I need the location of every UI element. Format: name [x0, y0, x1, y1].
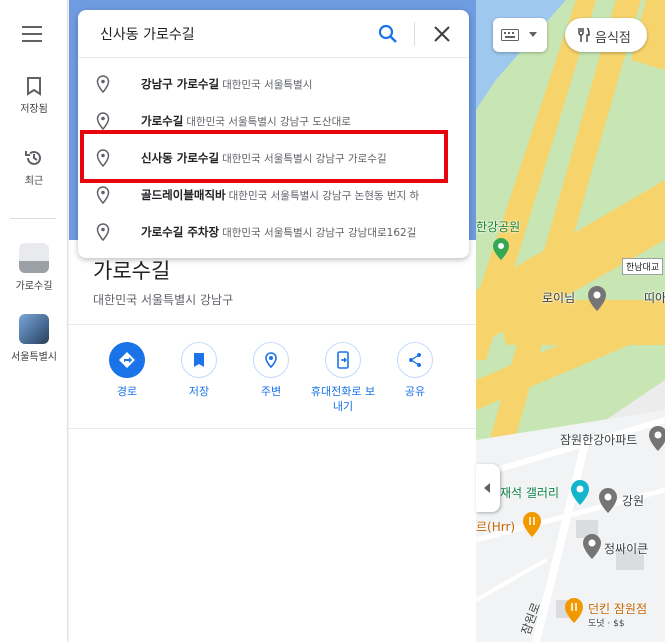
suggestion-main-text: 가로수길 주차장 [141, 225, 220, 239]
nearby-button[interactable]: 주변 [235, 342, 307, 399]
suggestion-item[interactable]: 골드레이블매직바 대한민국 서울특별시 강남구 논현동 번지 하 [78, 176, 469, 214]
action-label: 저장 [188, 385, 210, 398]
rail-divider [10, 218, 56, 219]
place-pin-icon [588, 286, 606, 311]
restaurant-pin-icon [565, 598, 583, 623]
map-label-hrr: 르(Hrr) [476, 520, 516, 534]
action-label: 휴대전화로 보내기 [310, 385, 376, 413]
close-icon [434, 26, 450, 42]
location-pin-icon [96, 149, 110, 167]
map-label-apartment: 잠원한강아파트 [560, 433, 638, 447]
rail-item-label: 가로수길 [15, 281, 53, 292]
suggestion-item[interactable]: 신사동 가로수길 대한민국 서울특별시 강남구 가로수길 [78, 139, 469, 177]
gallery-pin-icon [571, 480, 589, 505]
map-label-ddi: 띠아 [644, 291, 665, 305]
rail-item-label: 서울특별시 [11, 352, 57, 363]
rail-item-label: 최근 [24, 176, 44, 187]
action-label: 주변 [260, 385, 282, 398]
place-pin-icon [649, 426, 665, 451]
send-to-phone-icon [337, 351, 349, 369]
place-title: 가로수길 [93, 259, 171, 283]
location-pin-icon [96, 112, 110, 130]
location-pin-icon [96, 186, 110, 204]
history-icon [25, 150, 41, 165]
save-button[interactable]: 저장 [163, 342, 235, 399]
rail-item-label: 저장됨 [20, 104, 48, 115]
bookmark-icon [27, 77, 41, 96]
search-button[interactable] [376, 22, 400, 46]
send-to-phone-button[interactable]: 휴대전화로 보내기 [307, 342, 379, 414]
map-label-restaurant-sub: 도넛 · $$ [588, 619, 625, 629]
place-thumbnail [19, 243, 49, 273]
share-icon [409, 353, 421, 367]
suggestion-main-text: 신사동 가로수길 [141, 151, 220, 165]
map-label-restaurant: 던킨 잠원점 [588, 602, 648, 616]
action-label: 경로 [116, 385, 138, 398]
left-rail: 저장됨 최근 가로수길 서울특별시 [0, 0, 68, 642]
map-label-gallery: 재석 갤러리 [500, 486, 560, 500]
suggestion-secondary-text: 대한민국 서울특별시 강남구 강남대로162길 [222, 227, 417, 239]
location-pin-icon [96, 75, 110, 93]
chevron-left-icon [484, 483, 490, 493]
suggestion-secondary-text: 대한민국 서울특별시 강남구 도산대로 [186, 116, 351, 128]
map-label-park: 한강공원 [476, 220, 521, 234]
divider [69, 428, 476, 429]
directions-icon [119, 352, 135, 368]
collapse-panel-button[interactable] [476, 464, 500, 512]
suggestion-secondary-text: 대한민국 서울특별시 강남구 가로수길 [222, 153, 387, 165]
restaurants-chip[interactable]: 음식점 [565, 18, 647, 52]
bookmark-icon [194, 353, 204, 367]
suggestion-item[interactable]: 강남구 가로수길 대한민국 서울특별시 [78, 65, 469, 103]
menu-icon[interactable] [22, 26, 42, 42]
location-pin-icon [96, 223, 110, 241]
action-label: 공유 [404, 385, 426, 398]
suggestion-secondary-text: 대한민국 서울특별시 [222, 79, 313, 91]
search-input[interactable] [100, 22, 370, 46]
keyboard-icon [501, 29, 519, 41]
park-pin-icon [493, 238, 509, 260]
suggestion-main-text: 골드레이블매직바 [141, 188, 226, 202]
divider [414, 22, 415, 46]
suggestion-main-text: 가로수길 [141, 114, 184, 128]
map-label-jungsai: 정싸이큰 [604, 542, 649, 556]
map-label-bridge: 한남대교 [622, 258, 664, 275]
restaurant-icon [578, 28, 590, 42]
suggestion-item[interactable]: 가로수길 주차장 대한민국 서울특별시 강남구 강남대로162길 [78, 213, 469, 251]
city-thumbnail [19, 314, 49, 344]
clear-search-button[interactable] [430, 22, 454, 46]
map-label-gangwon: 강원 [622, 494, 645, 508]
search-icon [378, 24, 397, 43]
rail-item-garosugil[interactable]: 가로수길 [0, 243, 68, 292]
divider [69, 324, 476, 325]
search-card: 강남구 가로수길대한민국 서울특별시 가로수길대한민국 서울특별시 강남구 도산… [78, 10, 469, 258]
suggestion-secondary-text: 대한민국 서울특별시 강남구 논현동 번지 하 [228, 190, 420, 202]
action-bar: 경로 저장 주변 휴대전화로 보내기 공유 [99, 342, 459, 422]
chevron-down-icon [529, 32, 537, 37]
chip-label: 음식점 [595, 31, 631, 46]
map-label-loinim: 로이님 [542, 291, 576, 305]
search-bar [78, 10, 469, 58]
directions-button[interactable]: 경로 [91, 342, 163, 399]
map-canvas[interactable]: 한강공원 한남대교 로이님 띠아 잠원한강아파트 재석 갤러리 강원 르(Hrr… [476, 0, 665, 642]
rail-item-seoul[interactable]: 서울특별시 [0, 314, 68, 363]
restaurant-pin-icon [523, 512, 541, 537]
suggestion-main-text: 강남구 가로수길 [141, 77, 220, 91]
place-pin-icon [599, 488, 617, 513]
share-button[interactable]: 공유 [379, 342, 451, 399]
rail-item-recent[interactable]: 최근 [0, 148, 68, 187]
nearby-icon [265, 352, 277, 369]
place-pin-icon [583, 534, 601, 559]
input-tools-button[interactable] [493, 18, 547, 52]
place-subtitle: 대한민국 서울특별시 강남구 [93, 293, 234, 307]
rail-item-saved[interactable]: 저장됨 [0, 76, 68, 115]
suggestion-item[interactable]: 가로수길 대한민국 서울특별시 강남구 도산대로 [78, 102, 469, 140]
